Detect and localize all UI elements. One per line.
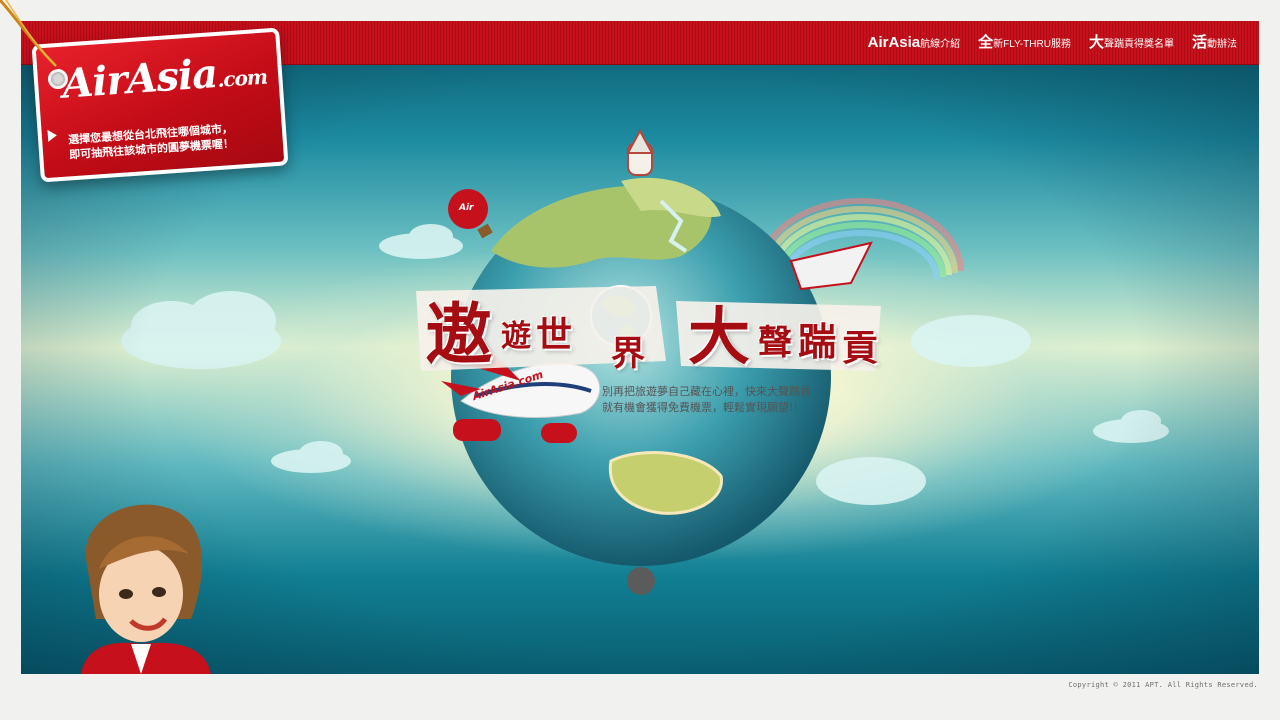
rocket: [626, 128, 654, 176]
nav-routes-rest: 航線介紹: [920, 39, 961, 50]
title-char-1: 遨: [426, 295, 492, 373]
nav-rules-rest: 動辦法: [1207, 39, 1237, 50]
nav-rules-lead: 活: [1191, 34, 1207, 51]
nav-routes[interactable]: AirAsia航線介紹: [868, 33, 961, 55]
subtitle-line-1: 別再把旅遊夢自己藏在心裡，快來大聲踹貢: [602, 385, 811, 398]
nav-fly-thru-lead: 全: [978, 34, 994, 51]
nav-winners-lead: 大: [1088, 34, 1104, 51]
title-char-5: 大: [688, 300, 751, 373]
nav-routes-lead: AirAsia: [867, 34, 921, 51]
nav-winners-rest: 聲踹貢得獎名單: [1103, 39, 1174, 50]
title-char-2: 遊: [501, 319, 531, 354]
tag-string: [0, 0, 58, 68]
nav-rules[interactable]: 活動辦法: [1192, 33, 1237, 55]
nav-fly-thru-rest: 新FLY-THRU服務: [993, 39, 1071, 50]
balloon-label: Air: [459, 203, 474, 213]
nav-winners[interactable]: 大聲踹貢得獎名單: [1089, 33, 1174, 55]
arrow-icon: [47, 129, 58, 142]
logo: AirAsia.com: [61, 47, 268, 108]
hot-air-balloon: [448, 189, 493, 239]
nav-fly-thru[interactable]: 全新FLY-THRU服務: [978, 33, 1071, 55]
logo-main: AirAsia: [60, 50, 219, 108]
title-char-7: 踹: [798, 319, 837, 364]
main-nav: AirAsia航線介紹 全新FLY-THRU服務 大聲踹貢得獎名單 活動辦法: [868, 33, 1237, 55]
logo-instruction: 選擇您最想從台北飛往哪個城市， 即可抽飛往該城市的圓夢機票喔！: [68, 119, 270, 163]
hero-title: 遨 遊 世 界 大 聲 踹 貢: [406, 271, 886, 381]
subtitle-line-2: 就有機會獲得免費機票，輕鬆實現願望!!: [602, 401, 798, 414]
hero-subtitle: 別再把旅遊夢自己藏在心裡，快來大聲踹貢 就有機會獲得免費機票，輕鬆實現願望!!: [602, 384, 811, 416]
title-char-4: 界: [611, 334, 645, 374]
logo-suffix: .com: [216, 64, 268, 92]
copyright: Copyright © 2011 APT. All Rights Reserve…: [1068, 681, 1258, 689]
title-char-3: 世: [536, 314, 573, 356]
stewardess-mascot: [81, 504, 211, 674]
title-char-8: 貢: [842, 327, 879, 369]
title-char-6: 聲: [758, 323, 792, 363]
